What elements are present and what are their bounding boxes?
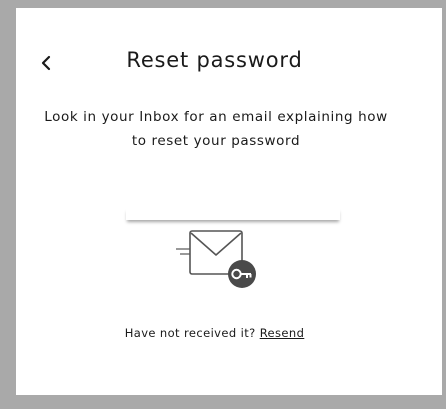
instruction-text: Look in your Inbox for an email explaini… [44, 109, 388, 149]
resend-row: Have not received it? Resend [16, 326, 413, 340]
resend-link[interactable]: Resend [260, 326, 305, 340]
page-title: Reset password [126, 48, 303, 72]
email-key-illustration [174, 228, 260, 290]
email-key-icon [176, 230, 256, 288]
reset-password-card: Reset password Look in your Inbox for an… [16, 8, 442, 395]
resend-prompt: Have not received it? [124, 326, 256, 340]
divider-shadow [126, 208, 340, 220]
